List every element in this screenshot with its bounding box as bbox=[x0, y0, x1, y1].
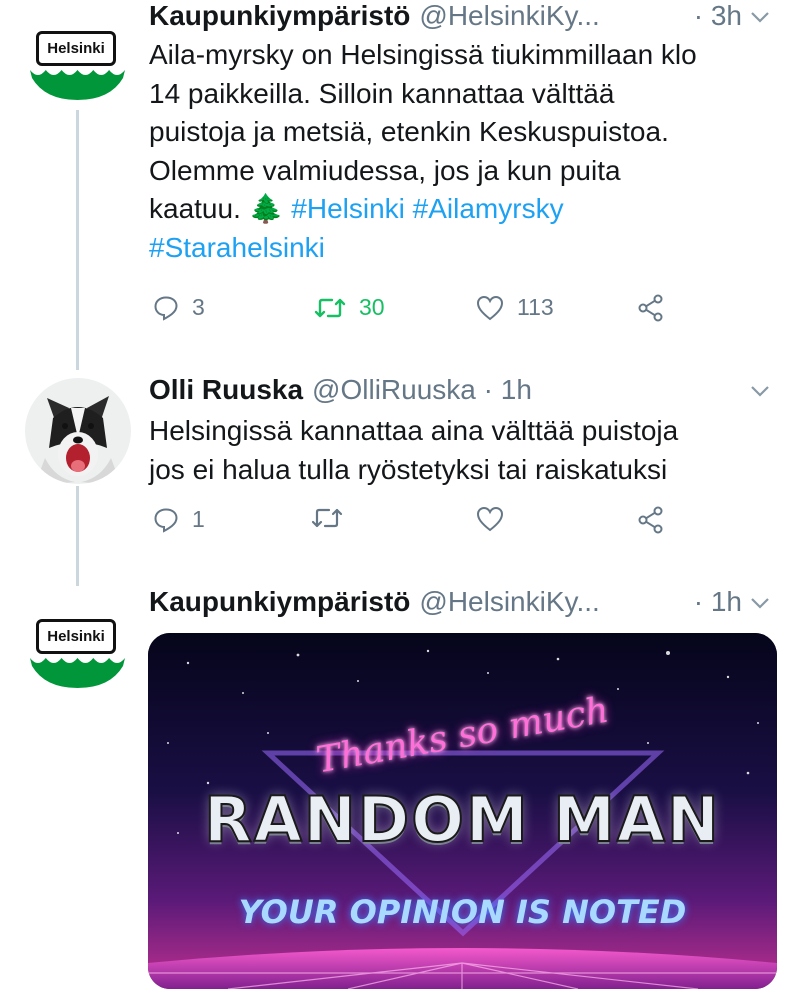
tweet-header: Kaupunkiympäristö @HelsinkiKy... · 3h bbox=[149, 0, 780, 34]
tweet-text: Aila-myrsky on Helsingissä tiukimmillaan… bbox=[149, 39, 697, 263]
avatar[interactable] bbox=[25, 378, 131, 484]
heart-icon bbox=[476, 506, 504, 532]
retweet-icon bbox=[314, 298, 346, 317]
reply-icon bbox=[154, 295, 178, 321]
helsinki-logo: Helsinki bbox=[25, 12, 131, 118]
share-button[interactable] bbox=[637, 506, 665, 534]
reply-button[interactable]: 1 bbox=[153, 506, 205, 533]
helsinki-wave-icon bbox=[30, 70, 125, 100]
like-button[interactable]: 113 bbox=[476, 294, 554, 321]
media-caption-bottom: YOUR OPINION IS NOTED bbox=[238, 893, 687, 931]
tweet-actions: 1 bbox=[149, 506, 689, 546]
timestamp[interactable]: · 1h bbox=[484, 374, 532, 405]
chevron-down-icon[interactable] bbox=[750, 10, 770, 24]
heart-icon bbox=[476, 295, 504, 320]
reply-count: 1 bbox=[192, 506, 205, 532]
tweet-header: Kaupunkiympäristö @HelsinkiKy... · 1h bbox=[149, 586, 780, 620]
chevron-down-icon[interactable] bbox=[750, 596, 770, 610]
helsinki-wave-icon bbox=[30, 658, 125, 688]
tweet[interactable]: Olli Ruuska @OlliRuuska · 1h Helsingissä… bbox=[0, 370, 800, 560]
tweet[interactable]: Helsinki Kaupunkiympäristö @HelsinkiKy..… bbox=[0, 0, 800, 340]
reply-icon bbox=[154, 507, 178, 533]
author-handle[interactable]: @HelsinkiKy... bbox=[419, 0, 599, 32]
reply-button[interactable]: 3 bbox=[153, 294, 205, 321]
retweet-button[interactable] bbox=[311, 506, 343, 530]
hashtag-link[interactable]: #Ailamyrsky bbox=[413, 193, 564, 224]
tweet-actions: 3 30 113 bbox=[149, 294, 689, 334]
chevron-down-icon[interactable] bbox=[750, 384, 770, 398]
media-caption-main: RANDOM MAN bbox=[203, 782, 721, 857]
retweet-button[interactable]: 30 bbox=[314, 294, 385, 321]
retweet-count: 30 bbox=[359, 294, 385, 320]
dog-avatar-image bbox=[25, 378, 131, 484]
tweet-header: Olli Ruuska @OlliRuuska · 1h bbox=[149, 374, 780, 408]
helsinki-logo: Helsinki bbox=[25, 600, 131, 706]
tweet-text: Helsingissä kannattaa aina välttää puist… bbox=[149, 415, 679, 485]
hashtag-link[interactable]: #Helsinki bbox=[291, 193, 405, 224]
like-count: 113 bbox=[517, 294, 554, 320]
tweet-media-image[interactable]: Thanks so much RANDOM MAN YOUR OPINION I… bbox=[148, 633, 777, 989]
reply-count: 3 bbox=[192, 294, 205, 320]
retweet-icon bbox=[311, 508, 343, 528]
like-button[interactable] bbox=[476, 506, 504, 532]
author-name[interactable]: Kaupunkiympäristö bbox=[149, 586, 410, 618]
share-icon bbox=[638, 294, 663, 322]
author-handle[interactable]: @HelsinkiKy... bbox=[419, 586, 599, 618]
author-handle: @OlliRuuska · 1h bbox=[312, 374, 532, 405]
author-name[interactable]: Kaupunkiympäristö bbox=[149, 0, 410, 32]
avatar[interactable]: Helsinki bbox=[25, 600, 131, 706]
author-name[interactable]: Olli Ruuska bbox=[149, 374, 303, 406]
share-icon bbox=[638, 506, 663, 534]
share-button[interactable] bbox=[637, 294, 665, 322]
hashtag-link[interactable]: #Starahelsinki bbox=[149, 232, 325, 263]
avatar[interactable]: Helsinki bbox=[25, 12, 131, 118]
